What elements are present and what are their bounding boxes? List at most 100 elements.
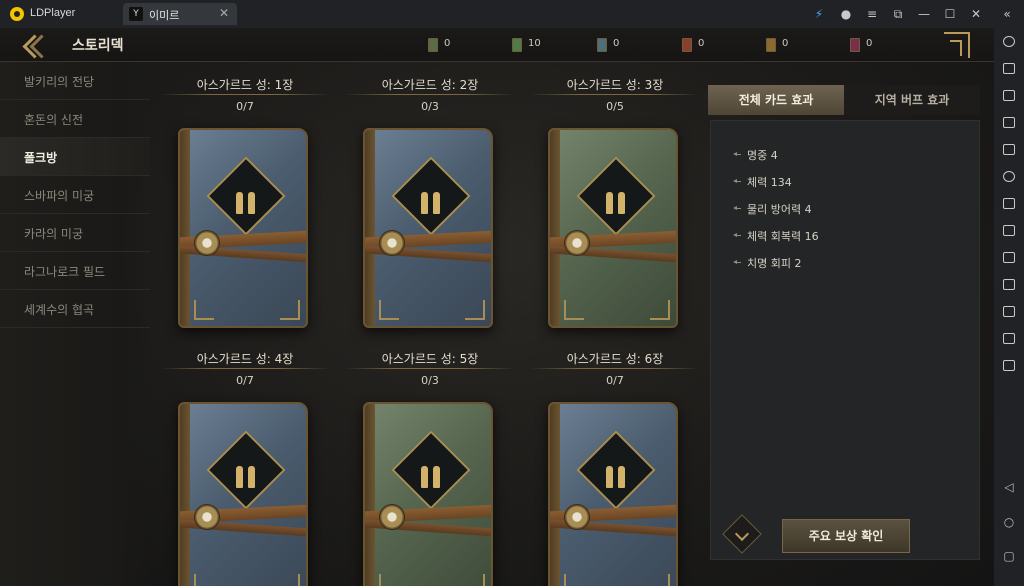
sidebar-item-kara-labyrinth[interactable]: 카라의 미궁 [0, 214, 150, 252]
currency-value: 0 [782, 38, 789, 49]
home-nav-icon[interactable]: ○ [1002, 515, 1016, 529]
ldplayer-logo-icon [10, 7, 24, 21]
effect-text: 명중 4 [747, 149, 778, 162]
sidebar-item-label: 스바파의 미궁 [24, 189, 95, 203]
sidebar-item-label: 폴크방 [24, 151, 58, 165]
tab-game[interactable]: Y 이미르 ✕ [123, 3, 237, 25]
currency-value: 0 [613, 38, 620, 49]
game-screen: 스토리덱 0 10 0 0 0 0 발키리의 전당 혼돈의 신전 폴크방 스바파… [0, 28, 994, 586]
game-tab-icon: Y [129, 7, 143, 21]
card-progress: 0/7 [236, 374, 254, 387]
effect-text: 체력 134 [747, 176, 792, 189]
effect-text: 체력 회복력 16 [747, 230, 819, 243]
title-divider [345, 368, 515, 369]
arrow-bullet-icon [733, 206, 741, 211]
currency-value: 10 [528, 38, 541, 49]
sidebar-item-label: 발키리의 전당 [24, 75, 95, 89]
page-title: 스토리덱 [72, 38, 124, 54]
arrow-bullet-icon [733, 260, 741, 265]
title-divider [160, 368, 330, 369]
keyboard-icon[interactable] [1003, 63, 1015, 74]
scroll-icon [682, 38, 692, 52]
card-book-image [178, 128, 308, 328]
close-window-icon[interactable]: ✕ [967, 5, 985, 23]
currency-value: 0 [866, 38, 873, 49]
sidebar-item-label: 라그나로크 필드 [24, 265, 106, 279]
tab-all-card-effects[interactable]: 전체 카드 효과 [708, 85, 844, 115]
menu-icon[interactable]: ≡ [863, 5, 881, 23]
record-icon[interactable] [1003, 279, 1015, 290]
screenshot-icon[interactable] [1003, 144, 1015, 155]
emulator-title-bar: LDPlayer Y 이미르 ✕ ⚡ ● ≡ ⧉ — ☐ ✕ « [0, 0, 1024, 28]
game-header: 스토리덱 0 10 0 0 0 0 [0, 28, 994, 62]
apk-install-icon[interactable] [1003, 225, 1015, 236]
title-divider [160, 94, 330, 95]
maximize-icon[interactable]: ☐ [941, 5, 959, 23]
collapse-toolbar-icon[interactable]: « [998, 5, 1016, 23]
sidebar-item-label: 혼돈의 신전 [24, 113, 84, 127]
scroll-icon [850, 38, 860, 52]
effect-tabs: 전체 카드 효과 지역 버프 효과 [708, 85, 980, 115]
account-icon[interactable]: ● [837, 5, 855, 23]
effect-text: 치명 회피 2 [747, 257, 802, 270]
tab-game-label: 이미르 [149, 9, 180, 22]
shared-folder-icon[interactable] [1003, 306, 1015, 317]
tab-region-buff-effects[interactable]: 지역 버프 효과 [844, 85, 980, 115]
title-divider [530, 368, 700, 369]
scroll-icon [597, 38, 607, 52]
card-title: 아스가르드 성: 2장 [381, 78, 479, 92]
sidebar-item-ragnarok-field[interactable]: 라그나로크 필드 [0, 252, 150, 290]
card-title: 아스가르드 성: 3장 [566, 78, 664, 92]
back-nav-icon[interactable]: ◁ [1002, 480, 1016, 494]
arrow-bullet-icon [733, 179, 741, 184]
more-icon[interactable] [1003, 360, 1015, 371]
card-title: 아스가르드 성: 1장 [196, 78, 294, 92]
volume-down-icon[interactable] [1003, 117, 1015, 128]
title-divider [345, 94, 515, 95]
copy-icon[interactable] [1003, 333, 1015, 344]
card-book-image [363, 128, 493, 328]
minimize-icon[interactable]: — [915, 5, 933, 23]
card-progress: 0/7 [236, 100, 254, 113]
currency-value: 0 [444, 38, 451, 49]
sidebar-item-label: 카라의 미궁 [24, 227, 84, 241]
sidebar-item-world-tree-canyon[interactable]: 세계수의 협곡 [0, 290, 150, 328]
title-divider [530, 94, 700, 95]
sidebar-item-label: 세계수의 협곡 [24, 303, 95, 317]
tab-close-icon[interactable]: ✕ [219, 6, 229, 20]
scroll-icon [512, 38, 522, 52]
card-title: 아스가르드 성: 4장 [196, 352, 294, 366]
reward-check-button[interactable]: 주요 보상 확인 [782, 519, 910, 553]
card-book-image [178, 402, 308, 586]
scroll-icon [766, 38, 776, 52]
sync-icon[interactable] [1003, 171, 1015, 182]
effect-text: 물리 방어력 4 [747, 203, 812, 216]
region-sidebar: 발키리의 전당 혼돈의 신전 폴크방 스바파의 미궁 카라의 미궁 라그나로크 … [0, 62, 150, 586]
arrow-bullet-icon [733, 233, 741, 238]
scissors-icon[interactable] [1003, 252, 1015, 263]
volume-up-icon[interactable] [1003, 90, 1015, 101]
recents-nav-icon[interactable]: ▢ [1002, 549, 1016, 563]
sidebar-item-folkvangr[interactable]: 폴크방 [0, 138, 150, 176]
multi-instance-icon[interactable] [1003, 198, 1015, 209]
sidebar-item-valkyrie-hall[interactable]: 발키리의 전당 [0, 62, 150, 100]
card-title: 아스가르드 성: 6장 [566, 352, 664, 366]
card-progress: 0/7 [606, 374, 624, 387]
back-button[interactable] [22, 34, 46, 56]
card-progress: 0/3 [421, 100, 439, 113]
card-title: 아스가르드 성: 5장 [381, 352, 479, 366]
card-book-image [363, 402, 493, 586]
card-progress: 0/5 [606, 100, 624, 113]
currency-value: 0 [698, 38, 705, 49]
boost-icon[interactable]: ⚡ [810, 5, 828, 23]
game-menu-icon[interactable] [944, 32, 970, 58]
arrow-bullet-icon [733, 152, 741, 157]
card-book-image [548, 402, 678, 586]
restore-window-icon[interactable]: ⧉ [889, 5, 907, 23]
sidebar-item-chaos-temple[interactable]: 혼돈의 신전 [0, 100, 150, 138]
effects-panel: 명중 4 체력 134 물리 방어력 4 체력 회복력 16 치명 회피 2 [710, 120, 980, 560]
sidebar-item-svapa-labyrinth[interactable]: 스바파의 미궁 [0, 176, 150, 214]
emulator-side-toolbar: ◁ ○ ▢ [994, 28, 1024, 586]
scroll-icon [428, 38, 438, 52]
settings-icon[interactable] [1003, 36, 1015, 47]
